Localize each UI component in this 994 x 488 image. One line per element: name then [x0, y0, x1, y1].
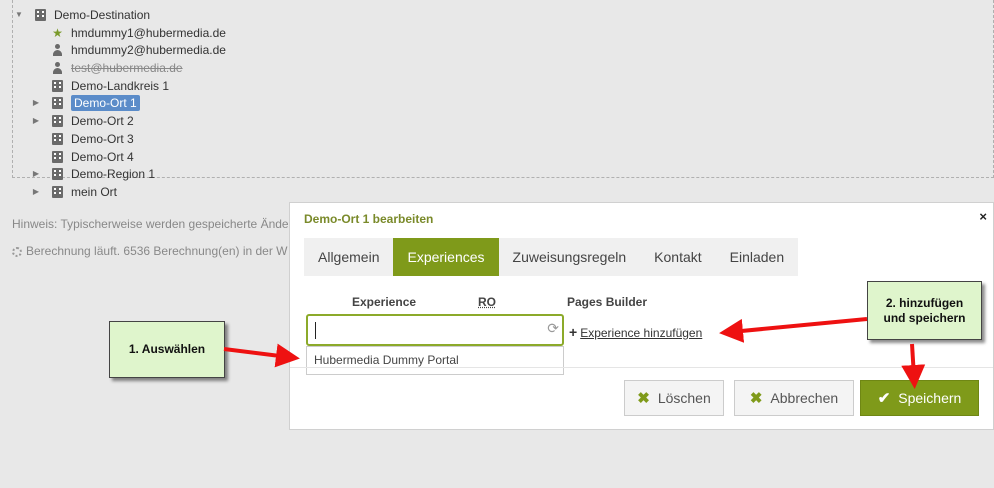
- user-icon: [52, 43, 63, 56]
- hint-text: Hinweis: Typischerweise werden gespeiche…: [12, 217, 289, 231]
- tree-item-label: test@hubermedia.de: [71, 60, 183, 75]
- tab-allgemein[interactable]: Allgemein: [304, 238, 393, 276]
- tree-item[interactable]: Demo-Ort 3: [30, 130, 134, 147]
- tab-kontakt[interactable]: Kontakt: [640, 238, 715, 276]
- cancel-button[interactable]: ✖ Abbrechen: [734, 380, 854, 416]
- save-button[interactable]: ✔ Speichern: [860, 380, 979, 416]
- building-icon: [52, 150, 63, 163]
- tree-item-label: Demo-Ort 4: [71, 149, 134, 164]
- refresh-icon[interactable]: ⟳: [547, 320, 559, 337]
- building-icon: [52, 132, 63, 145]
- add-experience-label: Experience hinzufügen: [580, 326, 703, 340]
- column-header-pages-builder: Pages Builder: [567, 295, 648, 309]
- tree-item[interactable]: ▶ Demo-Ort 1: [30, 94, 140, 111]
- chevron-right-icon[interactable]: ▶: [30, 187, 42, 196]
- tree-item-label: hmdummy1@hubermedia.de: [71, 25, 226, 40]
- chevron-right-icon[interactable]: ▶: [30, 169, 42, 178]
- tree-item[interactable]: ▶ mein Ort: [30, 183, 117, 200]
- x-icon: ✖: [749, 390, 763, 407]
- chevron-right-icon[interactable]: ▶: [30, 116, 42, 125]
- tree-item[interactable]: test@hubermedia.de: [30, 59, 183, 76]
- tree-item[interactable]: hmdummy2@hubermedia.de: [30, 41, 226, 58]
- experience-combobox[interactable]: ⟳: [306, 314, 564, 346]
- tab-experiences[interactable]: Experiences: [393, 238, 499, 276]
- tree-item-label: Demo-Ort 2: [71, 113, 134, 128]
- tree-item-label: Demo-Destination: [54, 7, 151, 22]
- column-header-experience: Experience: [352, 295, 417, 309]
- annotation-step1-text: 1. Auswählen: [128, 342, 206, 356]
- user-icon: [52, 61, 63, 74]
- tree-item[interactable]: ▶ Demo-Ort 2: [30, 112, 134, 129]
- tree-item-label: Demo-Ort 1: [71, 94, 140, 111]
- add-experience-link[interactable]: + Experience hinzufügen: [569, 324, 702, 340]
- dialog-title: Demo-Ort 1 bearbeiten: [304, 212, 434, 226]
- dropdown-option[interactable]: Hubermedia Dummy Portal: [306, 346, 564, 375]
- tree-item[interactable]: Demo-Ort 4: [30, 148, 134, 165]
- annotation-step1: 1. Auswählen: [109, 321, 225, 378]
- tree-item[interactable]: ▼ Demo-Destination: [13, 6, 150, 23]
- tree-item[interactable]: ★ hmdummy1@hubermedia.de: [30, 24, 226, 41]
- tree-item-label: Demo-Region 1: [71, 166, 156, 181]
- tab-bar: Allgemein Experiences Zuweisungsregeln K…: [304, 238, 799, 276]
- building-icon: [52, 185, 63, 198]
- check-icon: ✔: [877, 390, 891, 407]
- building-icon: [52, 96, 63, 109]
- chevron-right-icon[interactable]: ▶: [30, 98, 42, 107]
- tree-item[interactable]: Demo-Landkreis 1: [30, 77, 169, 94]
- building-icon: [52, 167, 63, 180]
- save-label: Speichern: [898, 390, 962, 406]
- annotation-step2: 2. hinzufügen und speichern: [867, 281, 982, 340]
- chevron-down-icon[interactable]: ▼: [13, 10, 25, 19]
- spinner-icon: [12, 247, 22, 257]
- star-icon: ★: [52, 25, 63, 40]
- close-icon[interactable]: ×: [979, 209, 987, 224]
- delete-button[interactable]: ✖ Löschen: [624, 380, 724, 416]
- tree-item-label: Demo-Landkreis 1: [71, 78, 170, 93]
- building-icon: [52, 79, 63, 92]
- tree-item-label: hmdummy2@hubermedia.de: [71, 42, 226, 57]
- tab-einladen[interactable]: Einladen: [716, 238, 799, 276]
- annotation-step2-line2: und speichern: [883, 310, 966, 325]
- building-icon: [35, 8, 46, 21]
- text-cursor: [315, 322, 316, 339]
- cancel-label: Abbrechen: [770, 390, 839, 406]
- calculation-text: Berechnung läuft. 6536 Berechnung(en) in…: [26, 244, 288, 258]
- tree-item[interactable]: ▶ Demo-Region 1: [30, 165, 155, 182]
- annotation-step2-line1: 2. hinzufügen: [885, 295, 964, 310]
- divider: [290, 367, 993, 368]
- tree-item-label: Demo-Ort 3: [71, 131, 134, 146]
- building-icon: [52, 114, 63, 127]
- column-header-ro: RO: [478, 295, 496, 309]
- plus-icon: +: [569, 324, 578, 340]
- arrow-to-combobox: [223, 343, 300, 368]
- delete-label: Löschen: [657, 390, 711, 406]
- tab-zuweisungsregeln[interactable]: Zuweisungsregeln: [499, 238, 641, 276]
- tree-item-label: mein Ort: [71, 184, 118, 199]
- x-icon: ✖: [637, 390, 650, 407]
- calculation-status: Berechnung läuft. 6536 Berechnung(en) in…: [12, 244, 288, 258]
